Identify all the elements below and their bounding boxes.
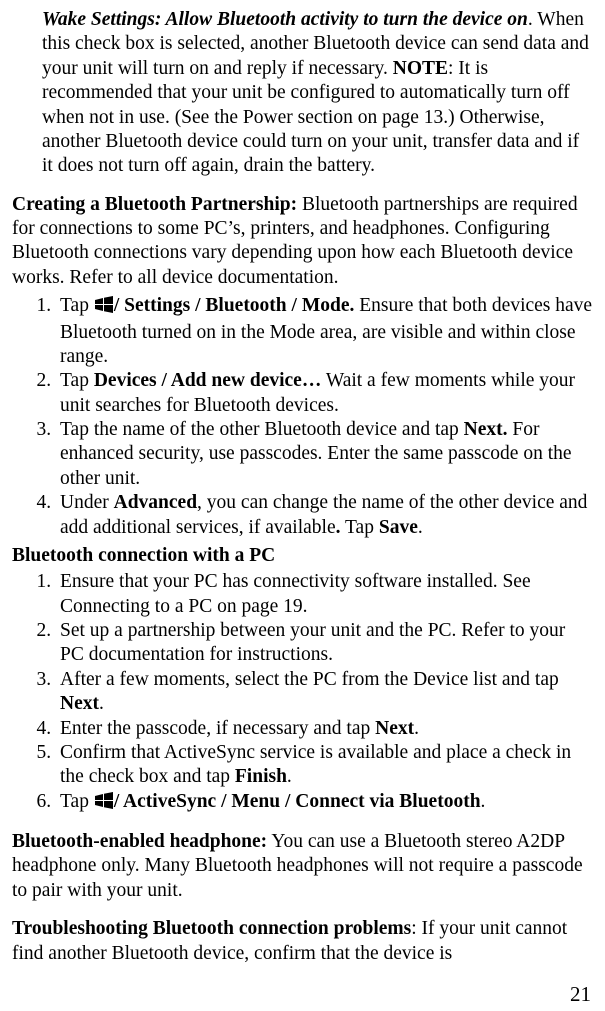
step1-path: / Settings / Bluetooth / Mode. [114,295,355,316]
windows-icon [94,791,114,816]
step-2: Tap Devices / Add new device… Wait a few… [56,369,593,418]
pc4-pre: Enter the passcode, if necessary and tap [60,718,375,739]
pc-step-3: After a few moments, select the PC from … [56,668,593,717]
pc3-pre: After a few moments, select the PC from … [60,669,559,690]
troubleshoot-paragraph: Troubleshooting Bluetooth connection pro… [12,917,593,966]
page-number: 21 [570,981,591,1007]
step3-pre: Tap the name of the other Bluetooth devi… [60,419,464,440]
pc2-text: Set up a partnership between your unit a… [60,620,565,665]
wake-heading: Wake Settings: Allow Bluetooth activity … [42,9,528,30]
headphone-paragraph: Bluetooth-enabled headphone: You can use… [12,830,593,903]
pc4-next: Next [375,718,414,739]
step3-next: Next. [464,419,508,440]
pc-heading: Bluetooth connection with a PC [12,544,593,568]
pc-step-1: Ensure that your PC has connectivity sof… [56,570,593,619]
pc5-end: . [287,766,292,787]
note-label: NOTE [393,58,448,79]
pc-step-6: Tap / ActiveSync / Menu / Connect via Bl… [56,790,593,816]
step4-save: Save [379,517,418,538]
pc3-end: . [99,693,104,714]
pc3-next: Next [60,693,99,714]
troubleshoot-heading: Troubleshooting Bluetooth connection pro… [12,918,411,939]
page: Wake Settings: Allow Bluetooth activity … [0,0,605,1011]
step1-pre: Tap [60,295,94,316]
pc-step-5: Confirm that ActiveSync service is avail… [56,741,593,790]
pc5-finish: Finish [235,766,287,787]
windows-icon [94,295,114,320]
wake-settings-paragraph: Wake Settings: Allow Bluetooth activity … [42,8,593,179]
pc6-path: / ActiveSync / Menu / Connect via Blueto… [114,791,481,812]
partnership-paragraph: Creating a Bluetooth Partnership: Blueto… [12,193,593,291]
pc6-pre: Tap [60,791,94,812]
step4-end: . [418,517,423,538]
pc4-end: . [414,718,419,739]
step2-path: Devices / Add new device… [94,370,321,391]
headphone-heading: Bluetooth-enabled headphone: [12,831,267,852]
pc-step-2: Set up a partnership between your unit a… [56,619,593,668]
partnership-steps: Tap / Settings / Bluetooth / Mode. Ensur… [12,294,593,540]
step4-tap: Tap [340,517,378,538]
step4-pre: Under [60,492,114,513]
step-4: Under Advanced, you can change the name … [56,491,593,540]
pc5-pre: Confirm that ActiveSync service is avail… [60,742,571,787]
step-1: Tap / Settings / Bluetooth / Mode. Ensur… [56,294,593,369]
pc-step-4: Enter the passcode, if necessary and tap… [56,717,593,741]
pc-steps: Ensure that your PC has connectivity sof… [12,570,593,816]
step4-advanced: Advanced [114,492,197,513]
step-3: Tap the name of the other Bluetooth devi… [56,418,593,491]
pc6-end: . [481,791,486,812]
wake-dot: . [528,9,537,30]
pc1-text: Ensure that your PC has connectivity sof… [60,571,531,616]
step2-pre: Tap [60,370,94,391]
partnership-heading: Creating a Bluetooth Partnership: [12,194,297,215]
